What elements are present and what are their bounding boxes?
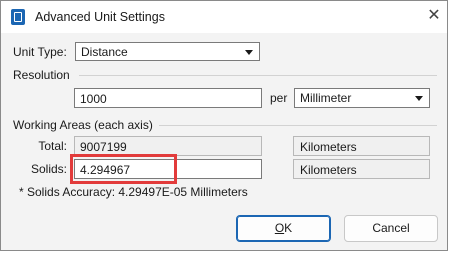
- total-unit-box: Kilometers: [293, 136, 430, 156]
- per-label: per: [270, 91, 288, 105]
- solids-accuracy-note: * Solids Accuracy: 4.29497E-05 Millimete…: [19, 185, 248, 199]
- solids-unit-value: Kilometers: [300, 163, 357, 177]
- solids-label: Solids:: [30, 162, 67, 176]
- window-title: Advanced Unit Settings: [35, 10, 165, 24]
- total-value: 9007199: [80, 140, 127, 154]
- resolution-section-label: Resolution: [13, 68, 70, 82]
- resolution-unit-dropdown[interactable]: Millimeter: [294, 88, 430, 108]
- total-field: 9007199: [74, 136, 262, 156]
- cancel-button[interactable]: Cancel: [344, 215, 438, 242]
- resolution-input[interactable]: 1000: [74, 88, 262, 108]
- close-icon[interactable]: ✕: [425, 7, 443, 25]
- resolution-unit-value: Millimeter: [300, 91, 352, 105]
- working-areas-section-label: Working Areas (each axis): [13, 118, 153, 132]
- chevron-down-icon: [245, 50, 253, 55]
- solids-highlight-box: [70, 154, 177, 184]
- working-areas-divider: [159, 125, 437, 126]
- chevron-down-icon: [415, 96, 423, 101]
- ok-label-rest: K: [284, 221, 293, 235]
- resolution-divider: [79, 75, 437, 76]
- unit-type-label: Unit Type:: [13, 45, 67, 59]
- solids-unit-box: Kilometers: [293, 159, 430, 179]
- title-bar: Advanced Unit Settings ✕: [1, 1, 447, 33]
- unit-type-value: Distance: [81, 45, 128, 59]
- ok-button[interactable]: OK: [236, 215, 331, 242]
- total-label: Total:: [38, 139, 67, 153]
- advanced-unit-settings-dialog: Advanced Unit Settings ✕ Unit Type: Dist…: [0, 0, 448, 251]
- total-unit-value: Kilometers: [300, 140, 357, 154]
- ok-mnemonic: O: [274, 221, 285, 235]
- app-icon: [11, 9, 25, 25]
- resolution-value: 1000: [80, 92, 107, 106]
- unit-type-dropdown[interactable]: Distance: [75, 42, 260, 61]
